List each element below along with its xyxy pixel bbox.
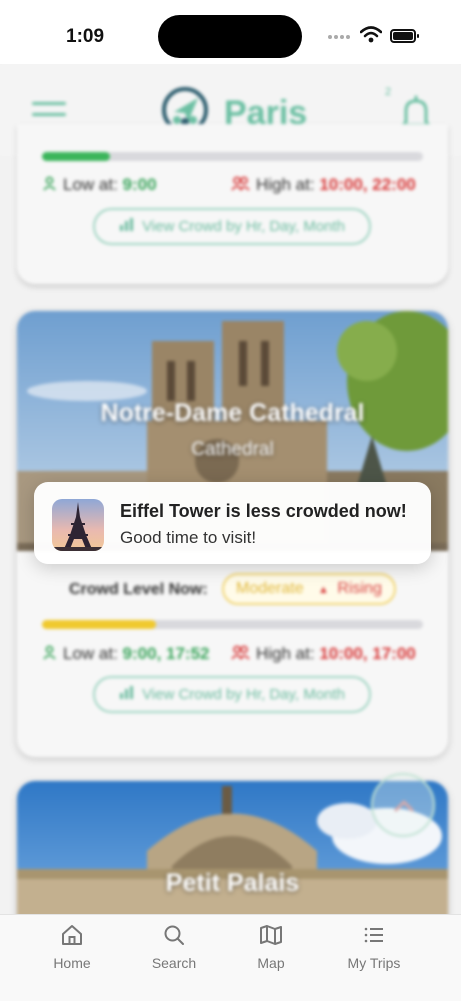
crowd-status-badge: Moderate ▲ Rising xyxy=(222,573,396,605)
low-times: 9:00, 17:52 xyxy=(122,644,210,663)
status-icons xyxy=(328,26,428,46)
list-icon xyxy=(364,927,383,943)
place-title: Notre-Dame Cathedral xyxy=(100,399,365,427)
battery-icon xyxy=(390,29,419,43)
cellular-signal-icon xyxy=(328,35,352,39)
place-category: Cathedral xyxy=(191,439,274,460)
status-time: 1:09 xyxy=(66,26,105,47)
high-times: 10:00, 17:00 xyxy=(319,644,416,663)
high-label: High at: xyxy=(256,644,315,663)
view-crowd-label: View Crowd by Hr, Day, Month xyxy=(142,218,345,235)
crowd-level-bar xyxy=(42,152,423,161)
person-icon xyxy=(43,645,56,660)
tab-search[interactable]: Search xyxy=(129,923,219,971)
dynamic-island xyxy=(158,15,302,58)
tab-map-label: Map xyxy=(257,955,285,971)
crowd-level-value: Moderate xyxy=(236,580,304,597)
high-times: 10:00, 22:00 xyxy=(319,175,416,194)
view-crowd-button[interactable]: View Crowd by Hr, Day, Month xyxy=(93,676,371,713)
low-label: Low at: xyxy=(63,175,118,194)
people-icon xyxy=(231,645,250,660)
notification-count: 2 xyxy=(385,86,392,98)
tab-my-trips[interactable]: My Trips xyxy=(329,923,419,971)
low-times: 9:00 xyxy=(122,175,157,194)
map-icon xyxy=(260,925,282,945)
crowd-trend-value: Rising xyxy=(337,580,382,597)
wifi-icon xyxy=(360,26,382,43)
person-icon xyxy=(43,176,56,191)
crowd-level-bar xyxy=(42,620,423,629)
crowd-level-fill xyxy=(42,152,110,161)
high-times-row: High at: 10:00, 22:00 xyxy=(231,175,416,195)
bar-chart-icon xyxy=(119,210,134,243)
place-card[interactable]: Low at: 9:00 High at: 10:00, 22:00 View … xyxy=(17,124,448,284)
high-label: High at: xyxy=(256,175,315,194)
eiffel-tower-thumbnail xyxy=(52,499,104,551)
tab-map[interactable]: Map xyxy=(226,923,316,971)
tab-my-trips-label: My Trips xyxy=(347,955,401,971)
low-times-row: Low at: 9:00, 17:52 xyxy=(42,644,210,664)
notification-toast[interactable]: Eiffel Tower is less crowded now! Good t… xyxy=(34,482,431,564)
chevron-up-icon xyxy=(394,800,414,812)
high-times-row: High at: 10:00, 17:00 xyxy=(231,644,416,664)
view-crowd-label: View Crowd by Hr, Day, Month xyxy=(142,686,345,703)
tab-search-label: Search xyxy=(151,955,197,971)
notification-body: Good time to visit! xyxy=(120,528,257,547)
crowd-level-label: Crowd Level Now: xyxy=(69,581,208,598)
view-crowd-button[interactable]: View Crowd by Hr, Day, Month xyxy=(93,208,371,245)
low-label: Low at: xyxy=(63,644,118,663)
scroll-to-top-button[interactable] xyxy=(371,773,435,837)
notification-title: Eiffel Tower is less crowded now! xyxy=(120,501,407,521)
status-bar: 1:09 xyxy=(0,0,461,64)
search-icon xyxy=(164,925,184,945)
bar-chart-icon xyxy=(119,678,134,711)
crowd-level-fill xyxy=(42,620,157,629)
trend-up-icon: ▲ xyxy=(318,584,329,596)
people-icon xyxy=(231,176,250,191)
low-times-row: Low at: 9:00 xyxy=(42,175,157,195)
place-title: Petit Palais xyxy=(165,869,300,897)
home-icon xyxy=(62,925,82,945)
tab-home-label: Home xyxy=(53,955,91,971)
tab-bar: Home Search Map My Trips xyxy=(0,914,461,1001)
tab-home[interactable]: Home xyxy=(27,923,117,971)
